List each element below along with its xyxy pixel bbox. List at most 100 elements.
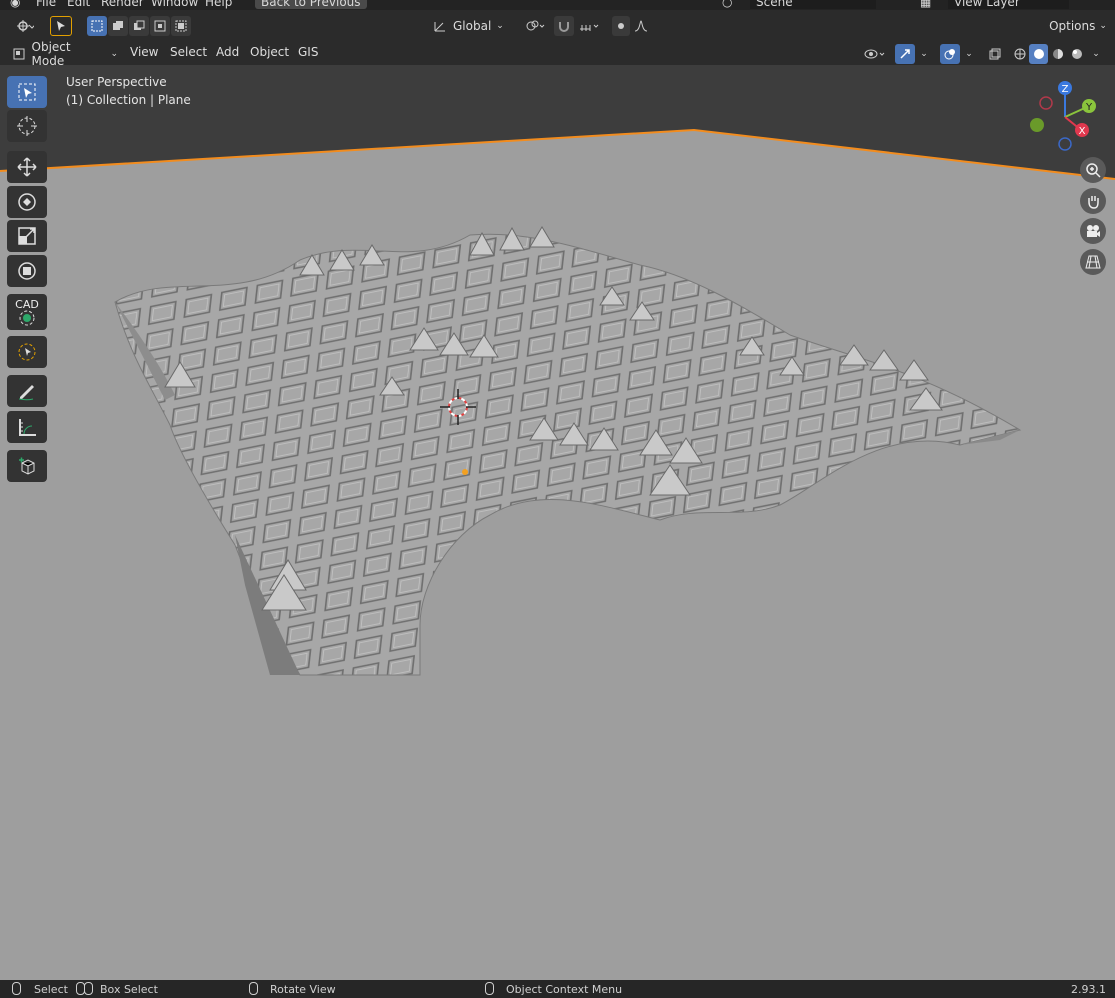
shading-wireframe[interactable] — [1010, 44, 1029, 64]
select-new-icon — [91, 20, 103, 32]
select-tool-toggle[interactable] — [50, 16, 72, 36]
shading-dropdown[interactable]: ⌄ — [1088, 44, 1104, 64]
3d-viewport[interactable]: User Perspective (1) Collection | Plane … — [0, 65, 1115, 980]
grid-perspective-icon — [1085, 255, 1101, 269]
snap-increment-icon — [580, 24, 599, 31]
menu-select[interactable]: Select — [170, 45, 207, 59]
mouse-right-icon — [485, 982, 494, 995]
pivot-point-dropdown[interactable] — [520, 16, 550, 36]
material-sphere-icon — [1052, 49, 1063, 59]
zoom-magnifier-icon — [1086, 163, 1101, 178]
eye-icon — [864, 49, 885, 59]
menu-file[interactable]: File — [36, 0, 56, 9]
scale-icon — [18, 227, 36, 245]
move-arrows-icon — [17, 157, 37, 177]
view-name-text: User Perspective — [66, 75, 167, 89]
status-context-menu: Object Context Menu — [506, 983, 623, 996]
status-bar: Select Box Select Rotate View Object Con… — [0, 980, 1115, 998]
transform-orientation-dropdown[interactable]: Global ⌄ — [432, 16, 512, 36]
snap-toggle[interactable] — [554, 16, 574, 36]
tool-rotate[interactable] — [7, 186, 47, 218]
shading-solid[interactable] — [1029, 44, 1048, 64]
scene-field[interactable]: Scene — [750, 0, 876, 9]
select-box-icon — [18, 83, 36, 101]
view-layer-icon[interactable]: ▦ — [920, 0, 931, 9]
tool-select-box[interactable] — [7, 76, 47, 108]
options-dropdown[interactable]: Options ⌄ — [1046, 16, 1110, 36]
cad-gizmo-icon — [19, 310, 35, 325]
orientation-axes-icon — [434, 22, 445, 32]
viewport-scene — [0, 65, 1115, 980]
menu-gis[interactable]: GIS — [298, 45, 318, 59]
magnet-icon — [559, 22, 569, 32]
tool-measure[interactable] — [7, 411, 47, 443]
select-mode-subtract[interactable] — [129, 16, 149, 36]
falloff-curve-icon — [634, 20, 648, 32]
view-layer-field[interactable]: View Layer — [948, 0, 1069, 9]
transform-orientation-label: Global — [453, 19, 492, 33]
gizmo-neg-z-icon[interactable] — [1058, 137, 1072, 151]
xray-icon — [989, 48, 1001, 60]
zoom-button[interactable] — [1080, 157, 1106, 183]
visibility-dropdown[interactable] — [860, 44, 890, 64]
select-mode-intersect[interactable] — [171, 16, 191, 36]
menu-render[interactable]: Render — [101, 0, 144, 9]
select-mode-invert[interactable] — [150, 16, 170, 36]
proportional-edit-toggle[interactable] — [612, 16, 630, 36]
select-mode-new[interactable] — [87, 16, 107, 36]
menu-window[interactable]: Window — [151, 0, 198, 9]
menu-edit[interactable]: Edit — [67, 0, 90, 9]
cad-label: CAD — [15, 297, 39, 311]
gizmo-neg-y-icon[interactable] — [1030, 118, 1044, 132]
falloff-dropdown[interactable] — [632, 16, 650, 36]
shading-rendered[interactable] — [1067, 44, 1086, 64]
gizmo-z-label: Z — [1062, 84, 1069, 95]
gizmo-dropdown[interactable]: ⌄ — [916, 44, 932, 64]
perspective-toggle-button[interactable] — [1080, 249, 1106, 275]
camera-view-button[interactable] — [1080, 218, 1106, 244]
menu-view[interactable]: View — [130, 45, 158, 59]
mouse-drag-icon-2 — [84, 982, 93, 995]
mouse-left-icon — [12, 982, 21, 995]
status-select: Select — [34, 983, 68, 996]
overlay-dropdown[interactable]: ⌄ — [961, 44, 977, 64]
select-mode-extend[interactable] — [108, 16, 128, 36]
tool-annotate[interactable] — [7, 375, 47, 407]
overlay-circles-icon — [944, 49, 955, 60]
gizmo-neg-x-icon[interactable] — [1039, 96, 1053, 110]
tool-cad-transform[interactable]: CAD — [7, 294, 47, 330]
ruler-icon — [19, 419, 36, 436]
menu-help[interactable]: Help — [205, 0, 232, 9]
back-to-previous-button[interactable]: Back to Previous — [255, 0, 367, 9]
tool-select-circle[interactable] — [7, 336, 47, 368]
interaction-mode-label: Object Mode — [31, 40, 71, 68]
navigation-gizmo[interactable]: Z Y X — [1025, 77, 1105, 157]
tool-cursor[interactable] — [7, 110, 47, 142]
mouse-middle-icon — [249, 982, 258, 995]
rendered-sphere-icon — [1071, 49, 1082, 59]
menu-add[interactable]: Add — [216, 45, 239, 59]
interaction-mode-dropdown[interactable]: Object Mode ⌄ — [8, 40, 118, 68]
snap-target-dropdown[interactable] — [574, 16, 604, 36]
tool-add-cube[interactable] — [7, 450, 47, 482]
collection-object-text: (1) Collection | Plane — [66, 93, 191, 107]
pencil-icon — [18, 385, 34, 401]
chevron-down-icon: ⌄ — [110, 49, 118, 59]
tool-scale[interactable] — [7, 220, 47, 252]
tool-transform[interactable] — [7, 255, 47, 287]
scene-icon[interactable]: ○ — [722, 0, 732, 9]
pan-button[interactable] — [1080, 188, 1106, 214]
xray-toggle[interactable] — [985, 44, 1005, 64]
editor-type-icon — [17, 20, 34, 32]
camera-icon — [1087, 225, 1100, 237]
gizmo-toggle[interactable] — [895, 44, 915, 64]
chevron-down-icon: ⌄ — [1092, 49, 1100, 59]
top-menubar: ◉ File Edit Render Window Help Back to P… — [0, 0, 1115, 10]
status-rotate-view: Rotate View — [270, 983, 336, 996]
tool-move[interactable] — [7, 151, 47, 183]
menu-object[interactable]: Object — [250, 45, 289, 59]
shading-material[interactable] — [1048, 44, 1067, 64]
blender-logo-icon[interactable]: ◉ — [10, 0, 20, 9]
editor-type-button[interactable] — [10, 16, 40, 36]
overlay-toggle[interactable] — [940, 44, 960, 64]
